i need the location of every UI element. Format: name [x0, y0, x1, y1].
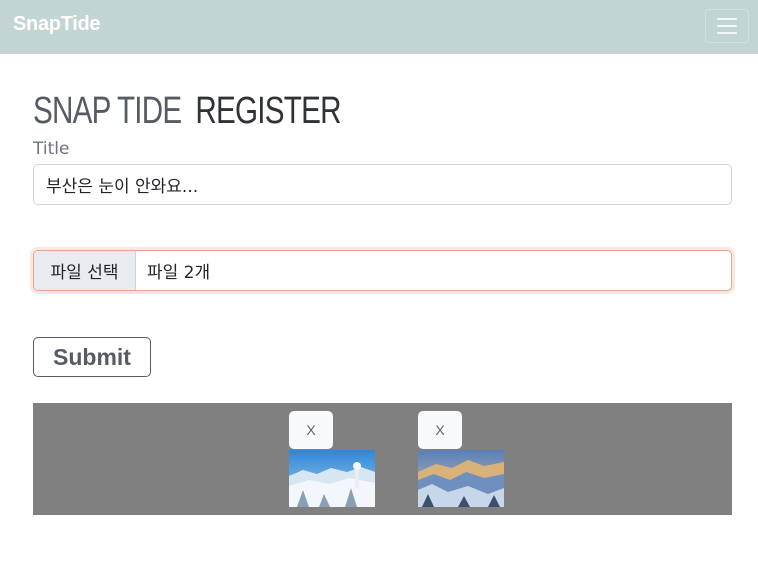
remove-image-button[interactable]: X [289, 411, 333, 449]
snowy-mountain-photo [289, 450, 375, 507]
title-input[interactable] [33, 164, 732, 205]
image-preview-area: X X [33, 403, 732, 515]
remove-image-button[interactable]: X [418, 411, 462, 449]
submit-button[interactable]: Submit [33, 337, 151, 377]
page-title: SNAP TIDE REGISTER [33, 88, 341, 134]
preview-item: X [418, 411, 504, 507]
brand-logo[interactable]: SnapTide [13, 13, 101, 36]
navbar-toggle-button[interactable] [705, 9, 749, 43]
file-select-button[interactable]: 파일 선택 [34, 251, 136, 290]
file-input[interactable]: 파일 선택 파일 2개 [33, 250, 732, 291]
title-label: Title [33, 139, 70, 159]
page-title-register: REGISTER [195, 90, 341, 132]
preview-item: X [289, 411, 375, 507]
hamburger-menu-icon [717, 18, 737, 20]
file-status-text: 파일 2개 [147, 263, 211, 283]
page-title-brand: SNAP TIDE [33, 90, 182, 132]
navbar: SnapTide [0, 0, 758, 54]
snowy-valley-photo [418, 450, 504, 507]
